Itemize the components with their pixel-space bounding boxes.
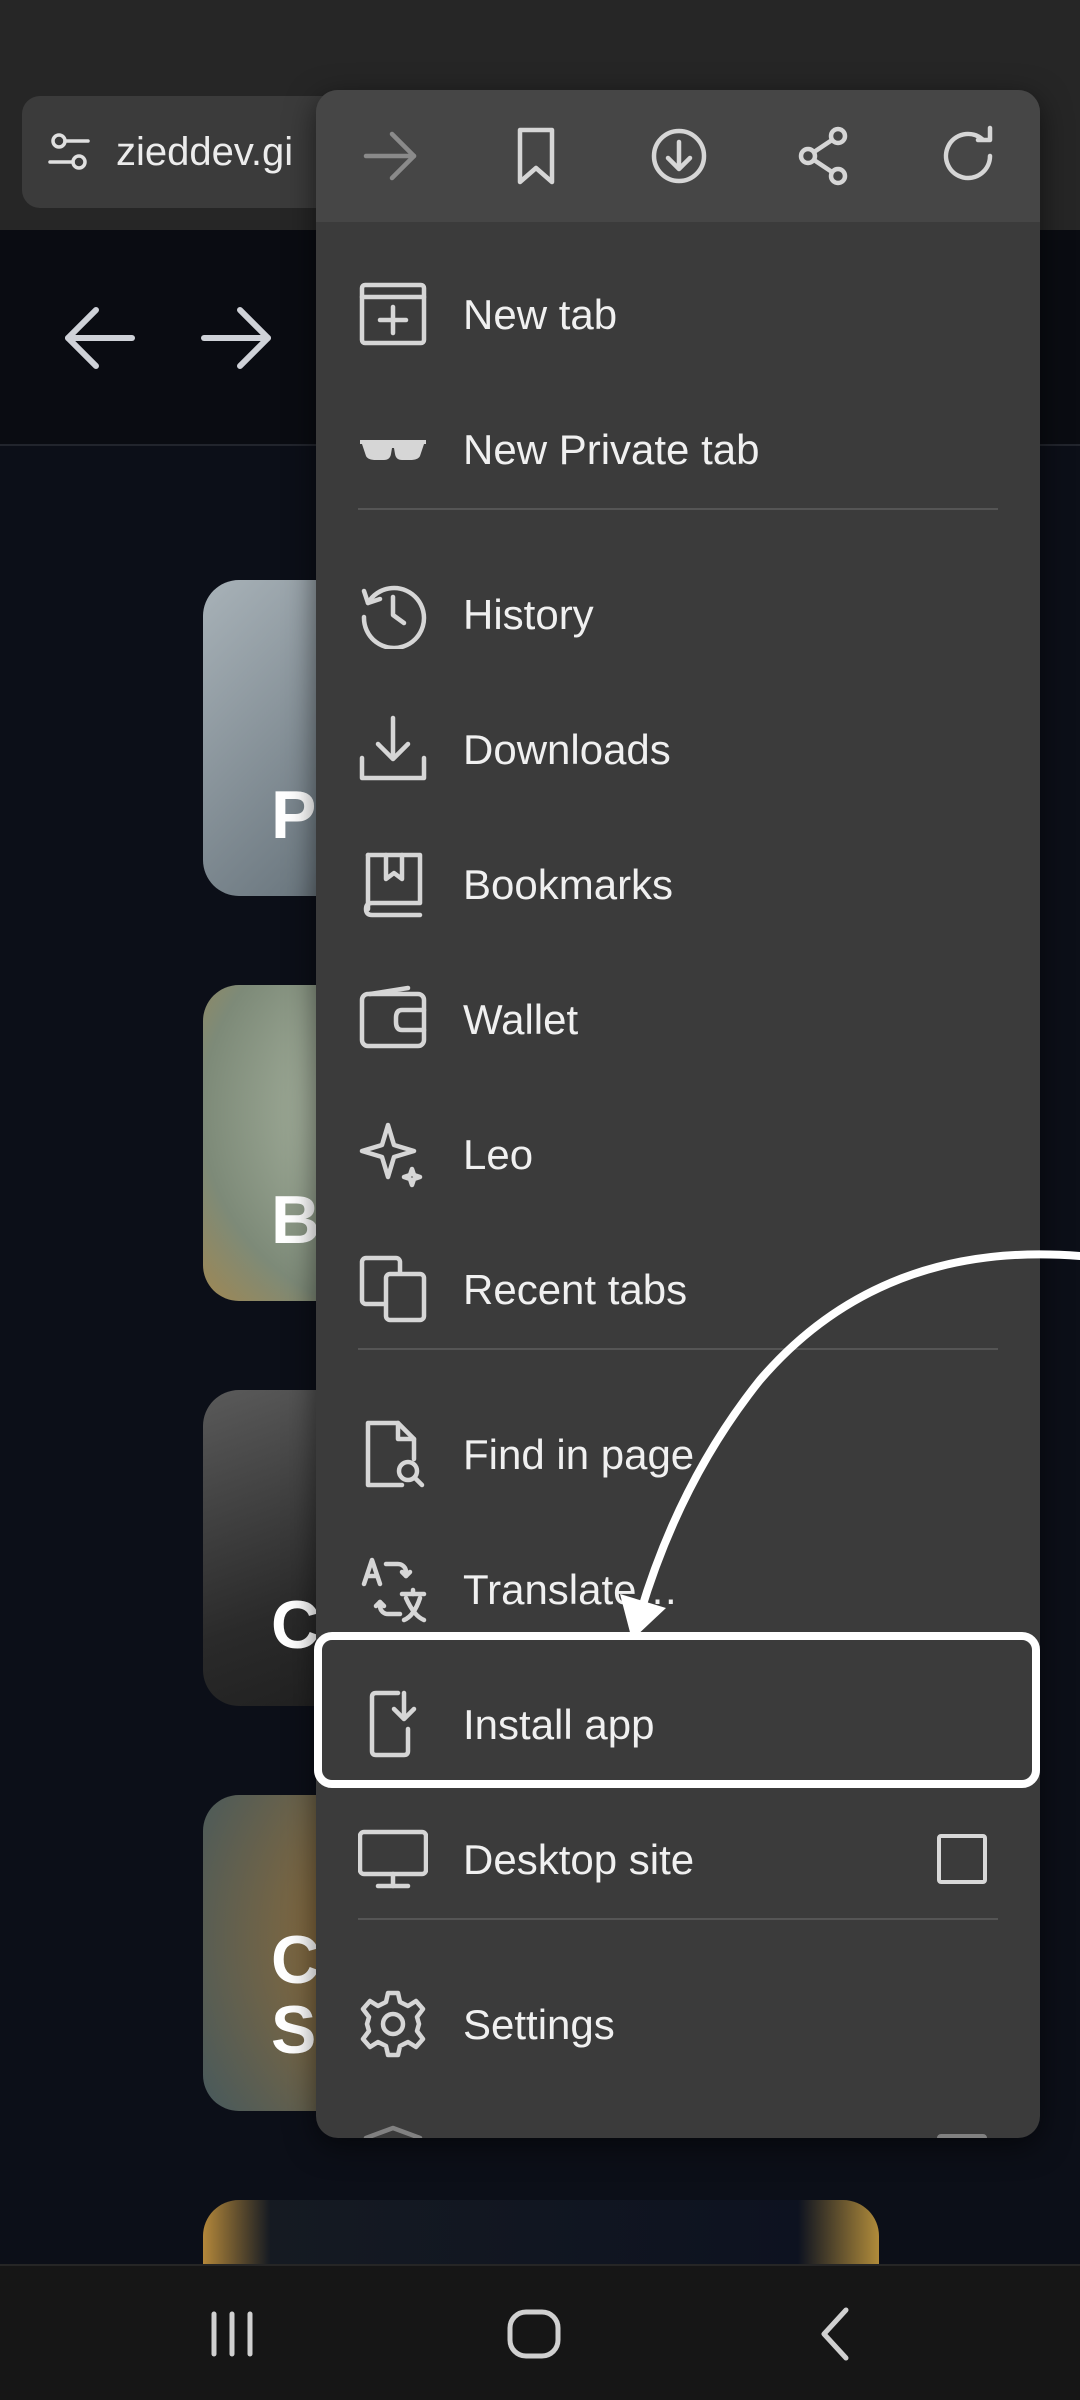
menu-item-new-private-tab[interactable]: New Private tab (316, 382, 1040, 517)
history-icon (358, 579, 428, 649)
menu-divider (358, 508, 998, 510)
settings-icon (358, 1989, 428, 2059)
wallet-icon (358, 984, 428, 1054)
browser-overflow-menu: New tab New Private tab History Download… (316, 90, 1040, 2138)
brave-vpn-checkbox[interactable] (937, 2134, 987, 2138)
recent-apps-icon[interactable] (192, 2294, 272, 2374)
install-app-highlight (314, 1632, 1040, 1788)
system-navigation-bar (0, 2264, 1080, 2400)
reload-icon[interactable] (934, 122, 1002, 190)
share-icon[interactable] (790, 122, 858, 190)
menu-item-settings[interactable]: Settings (316, 1957, 1040, 2092)
recent-tabs-icon (358, 1254, 428, 1324)
menu-item-bookmarks[interactable]: Bookmarks (316, 817, 1040, 952)
menu-item-label: Downloads (463, 725, 671, 773)
home-icon[interactable] (494, 2294, 574, 2374)
desktop-icon (358, 1824, 428, 1894)
menu-item-label: Desktop site (463, 1835, 695, 1883)
page-forward-arrow-icon[interactable] (196, 298, 276, 378)
menu-item-label: Brave VPN (463, 2092, 671, 2139)
find-in-page-icon (358, 1419, 428, 1489)
page-back-arrow-icon[interactable] (60, 298, 140, 378)
private-glasses-icon (358, 414, 428, 484)
new-tab-icon (358, 279, 428, 349)
bookmark-icon[interactable] (502, 122, 570, 190)
menu-item-find-in-page[interactable]: Find in page (316, 1387, 1040, 1522)
card-title: B (271, 1182, 321, 1258)
bookmarks-icon (358, 849, 428, 919)
menu-item-downloads[interactable]: Downloads (316, 682, 1040, 817)
menu-item-history[interactable]: History (316, 547, 1040, 682)
menu-item-label: Leo (463, 1130, 534, 1178)
menu-action-row (316, 90, 1040, 222)
menu-item-label: Find in page (463, 1430, 695, 1478)
menu-item-desktop-site[interactable]: Desktop site (316, 1792, 1040, 1927)
menu-item-label: Recent tabs (463, 1265, 688, 1313)
system-back-icon[interactable] (796, 2294, 876, 2374)
menu-divider (358, 1348, 998, 1350)
site-settings-icon[interactable] (46, 129, 92, 175)
card-title: C S (271, 1922, 321, 2068)
desktop-site-checkbox[interactable] (937, 1834, 987, 1884)
menu-divider (358, 1918, 998, 1920)
menu-item-wallet[interactable]: Wallet (316, 952, 1040, 1087)
menu-item-label: New Private tab (463, 425, 760, 473)
translate-icon (358, 1554, 428, 1624)
menu-item-brave-vpn[interactable]: Brave VPN (316, 2092, 1040, 2138)
downloads-icon (358, 714, 428, 784)
url-text[interactable]: zieddev.gi (116, 130, 293, 175)
forward-icon[interactable] (356, 122, 424, 190)
menu-item-leo[interactable]: Leo (316, 1087, 1040, 1222)
menu-item-label: History (463, 590, 594, 638)
download-icon[interactable] (645, 122, 713, 190)
card-title: P (271, 777, 317, 853)
menu-item-label: Bookmarks (463, 860, 674, 908)
leo-sparkle-icon (358, 1119, 428, 1189)
vpn-shield-icon (358, 2124, 428, 2138)
menu-item-label: New tab (463, 290, 618, 338)
card-title: C (271, 1587, 321, 1663)
menu-item-recent-tabs[interactable]: Recent tabs (316, 1222, 1040, 1357)
menu-item-label: Wallet (463, 995, 579, 1043)
menu-item-new-tab[interactable]: New tab (316, 247, 1040, 382)
menu-item-label: Settings (463, 2000, 615, 2048)
